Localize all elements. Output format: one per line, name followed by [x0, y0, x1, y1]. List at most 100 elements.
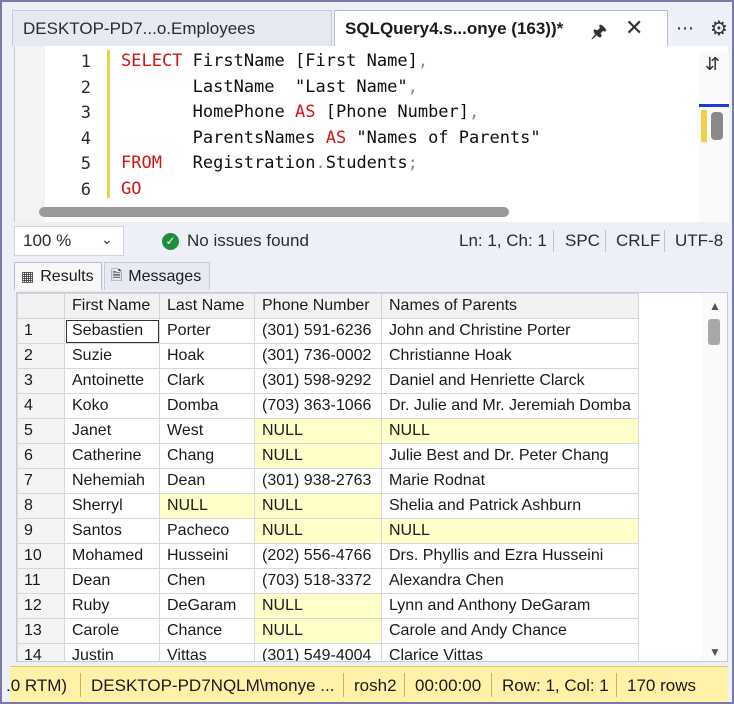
- split-icon[interactable]: ⇵: [705, 54, 720, 75]
- table-cell[interactable]: Justin: [64, 643, 160, 661]
- table-row[interactable]: 11 Dean Chen (703) 518-3372 Alexandra Chen: [17, 568, 639, 594]
- table-cell[interactable]: Chen: [159, 568, 255, 594]
- table-cell[interactable]: Chance: [159, 618, 255, 644]
- scroll-down-icon[interactable]: ▼: [709, 645, 721, 659]
- gear-icon[interactable]: ⚙: [710, 16, 728, 41]
- table-cell[interactable]: Clarice Vittas: [381, 643, 639, 661]
- code-line[interactable]: ParentsNames AS "Names of Parents": [121, 128, 541, 148]
- table-cell[interactable]: NULL: [381, 518, 639, 544]
- table-cell[interactable]: Suzie: [64, 343, 160, 369]
- line-ending-indicator[interactable]: CRLF: [616, 231, 660, 251]
- table-cell[interactable]: Marie Rodnat: [381, 468, 639, 494]
- table-cell[interactable]: West: [159, 418, 255, 444]
- table-cell[interactable]: NULL: [159, 493, 255, 519]
- table-cell[interactable]: Antoinette: [64, 368, 160, 394]
- row-number[interactable]: 1: [17, 318, 65, 344]
- row-number[interactable]: 13: [17, 618, 65, 644]
- table-cell[interactable]: Husseini: [159, 543, 255, 569]
- table-row[interactable]: 2 Suzie Hoak (301) 736-0002 Christianne Hoak: [17, 343, 639, 369]
- pin-icon[interactable]: 🖈: [591, 19, 611, 41]
- table-cell[interactable]: Christianne Hoak: [381, 343, 639, 369]
- issues-text[interactable]: No issues found: [187, 231, 309, 251]
- table-cell[interactable]: Catherine: [64, 443, 160, 469]
- results-grid[interactable]: First Name Last Name Phone Number Names …: [16, 292, 728, 662]
- horizontal-scrollbar[interactable]: [39, 207, 509, 217]
- row-number[interactable]: 14: [17, 643, 65, 661]
- table-row[interactable]: 13 Carole Chance NULL Carole and Andy Chance: [17, 618, 639, 644]
- table-cell[interactable]: Clark: [159, 368, 255, 394]
- table-cell[interactable]: Alexandra Chen: [381, 568, 639, 594]
- table-cell[interactable]: (301) 598-9292: [254, 368, 382, 394]
- row-number[interactable]: 3: [17, 368, 65, 394]
- table-cell[interactable]: Sherryl: [64, 493, 160, 519]
- row-number[interactable]: 7: [17, 468, 65, 494]
- row-number[interactable]: 2: [17, 343, 65, 369]
- table-cell[interactable]: NULL: [254, 418, 382, 444]
- table-cell[interactable]: Hoak: [159, 343, 255, 369]
- column-header-last-name[interactable]: Last Name: [159, 293, 255, 319]
- table-cell[interactable]: (202) 556-4766: [254, 543, 382, 569]
- cursor-position[interactable]: Ln: 1, Ch: 1: [459, 231, 547, 251]
- tab-sqlquery4[interactable]: SQLQuery4.s...onye (163))* 🖈 ✕: [334, 10, 668, 46]
- table-cell[interactable]: Janet: [64, 418, 160, 444]
- table-cell[interactable]: Chang: [159, 443, 255, 469]
- table-cell[interactable]: NULL: [254, 518, 382, 544]
- tab-results[interactable]: ▦ Results: [14, 262, 102, 290]
- table-cell[interactable]: Nehemiah: [64, 468, 160, 494]
- table-cell[interactable]: Dr. Julie and Mr. Jeremiah Domba: [381, 393, 639, 419]
- row-number[interactable]: 6: [17, 443, 65, 469]
- code-line[interactable]: HomePhone AS [Phone Number],: [121, 102, 480, 122]
- table-cell[interactable]: Drs. Phyllis and Ezra Husseini: [381, 543, 639, 569]
- table-row[interactable]: 4 Koko Domba (703) 363-1066 Dr. Julie and Mr…: [17, 393, 639, 419]
- row-number[interactable]: 12: [17, 593, 65, 619]
- table-row[interactable]: 6 Catherine Chang NULL Julie Best and Dr. Pe…: [17, 443, 639, 469]
- code-line[interactable]: FROM Registration.Students;: [121, 153, 418, 173]
- table-cell[interactable]: Mohamed: [64, 543, 160, 569]
- table-cell[interactable]: Vittas: [159, 643, 255, 661]
- encoding-indicator[interactable]: UTF-8: [675, 231, 723, 251]
- table-cell[interactable]: (703) 363-1066: [254, 393, 382, 419]
- table-row[interactable]: 7 Nehemiah Dean (301) 938-2763 Marie Rodnat: [17, 468, 639, 494]
- table-cell[interactable]: Ruby: [64, 593, 160, 619]
- tab-messages[interactable]: 🗎 Messages: [104, 262, 210, 290]
- table-row[interactable]: 9 Santos Pacheco NULL NULL: [17, 518, 639, 544]
- row-number-header[interactable]: [17, 293, 65, 319]
- column-header-names-of-parents[interactable]: Names of Parents: [381, 293, 639, 319]
- row-number[interactable]: 9: [17, 518, 65, 544]
- table-cell[interactable]: Julie Best and Dr. Peter Chang: [381, 443, 639, 469]
- table-cell[interactable]: (301) 549-4004: [254, 643, 382, 661]
- code-line[interactable]: LastName "Last Name",: [121, 77, 418, 97]
- table-cell[interactable]: (703) 518-3372: [254, 568, 382, 594]
- table-row[interactable]: 3 Antoinette Clark (301) 598-9292 Daniel and…: [17, 368, 639, 394]
- table-cell[interactable]: Carole and Andy Chance: [381, 618, 639, 644]
- table-cell[interactable]: Domba: [159, 393, 255, 419]
- table-row[interactable]: 1 Sebastien Porter (301) 591-6236 John and C…: [17, 318, 639, 344]
- table-cell[interactable]: NULL: [254, 593, 382, 619]
- table-cell[interactable]: (301) 591-6236: [254, 318, 382, 344]
- row-number[interactable]: 5: [17, 418, 65, 444]
- table-cell[interactable]: Santos: [64, 518, 160, 544]
- row-number[interactable]: 8: [17, 493, 65, 519]
- row-number[interactable]: 10: [17, 543, 65, 569]
- grid-vertical-scrollbar[interactable]: ▲ ▼: [701, 293, 727, 661]
- column-header-phone-number[interactable]: Phone Number: [254, 293, 382, 319]
- table-cell[interactable]: Porter: [159, 318, 255, 344]
- table-cell[interactable]: Dean: [159, 468, 255, 494]
- grid-scroll-thumb[interactable]: [708, 319, 720, 345]
- row-number[interactable]: 11: [17, 568, 65, 594]
- tab-employees[interactable]: DESKTOP-PD7...o.Employees: [12, 10, 332, 46]
- table-row[interactable]: 10 Mohamed Husseini (202) 556-4766 Drs. Phyl…: [17, 543, 639, 569]
- close-icon[interactable]: ✕: [625, 15, 649, 41]
- scroll-up-icon[interactable]: ▲: [709, 299, 721, 313]
- table-cell[interactable]: Sebastien: [64, 318, 160, 344]
- code-line[interactable]: SELECT FirstName [First Name],: [121, 51, 428, 71]
- query-editor[interactable]: 1 2 3 4 5 6 SELECT FirstName [First Name], La…: [14, 46, 729, 222]
- table-cell[interactable]: NULL: [254, 493, 382, 519]
- table-cell[interactable]: Lynn and Anthony DeGaram: [381, 593, 639, 619]
- table-cell[interactable]: Daniel and Henriette Clarck: [381, 368, 639, 394]
- table-cell[interactable]: Carole: [64, 618, 160, 644]
- code-line[interactable]: GO: [121, 179, 141, 199]
- table-cell[interactable]: Koko: [64, 393, 160, 419]
- column-header-first-name[interactable]: First Name: [64, 293, 160, 319]
- table-row[interactable]: 5 Janet West NULL NULL: [17, 418, 639, 444]
